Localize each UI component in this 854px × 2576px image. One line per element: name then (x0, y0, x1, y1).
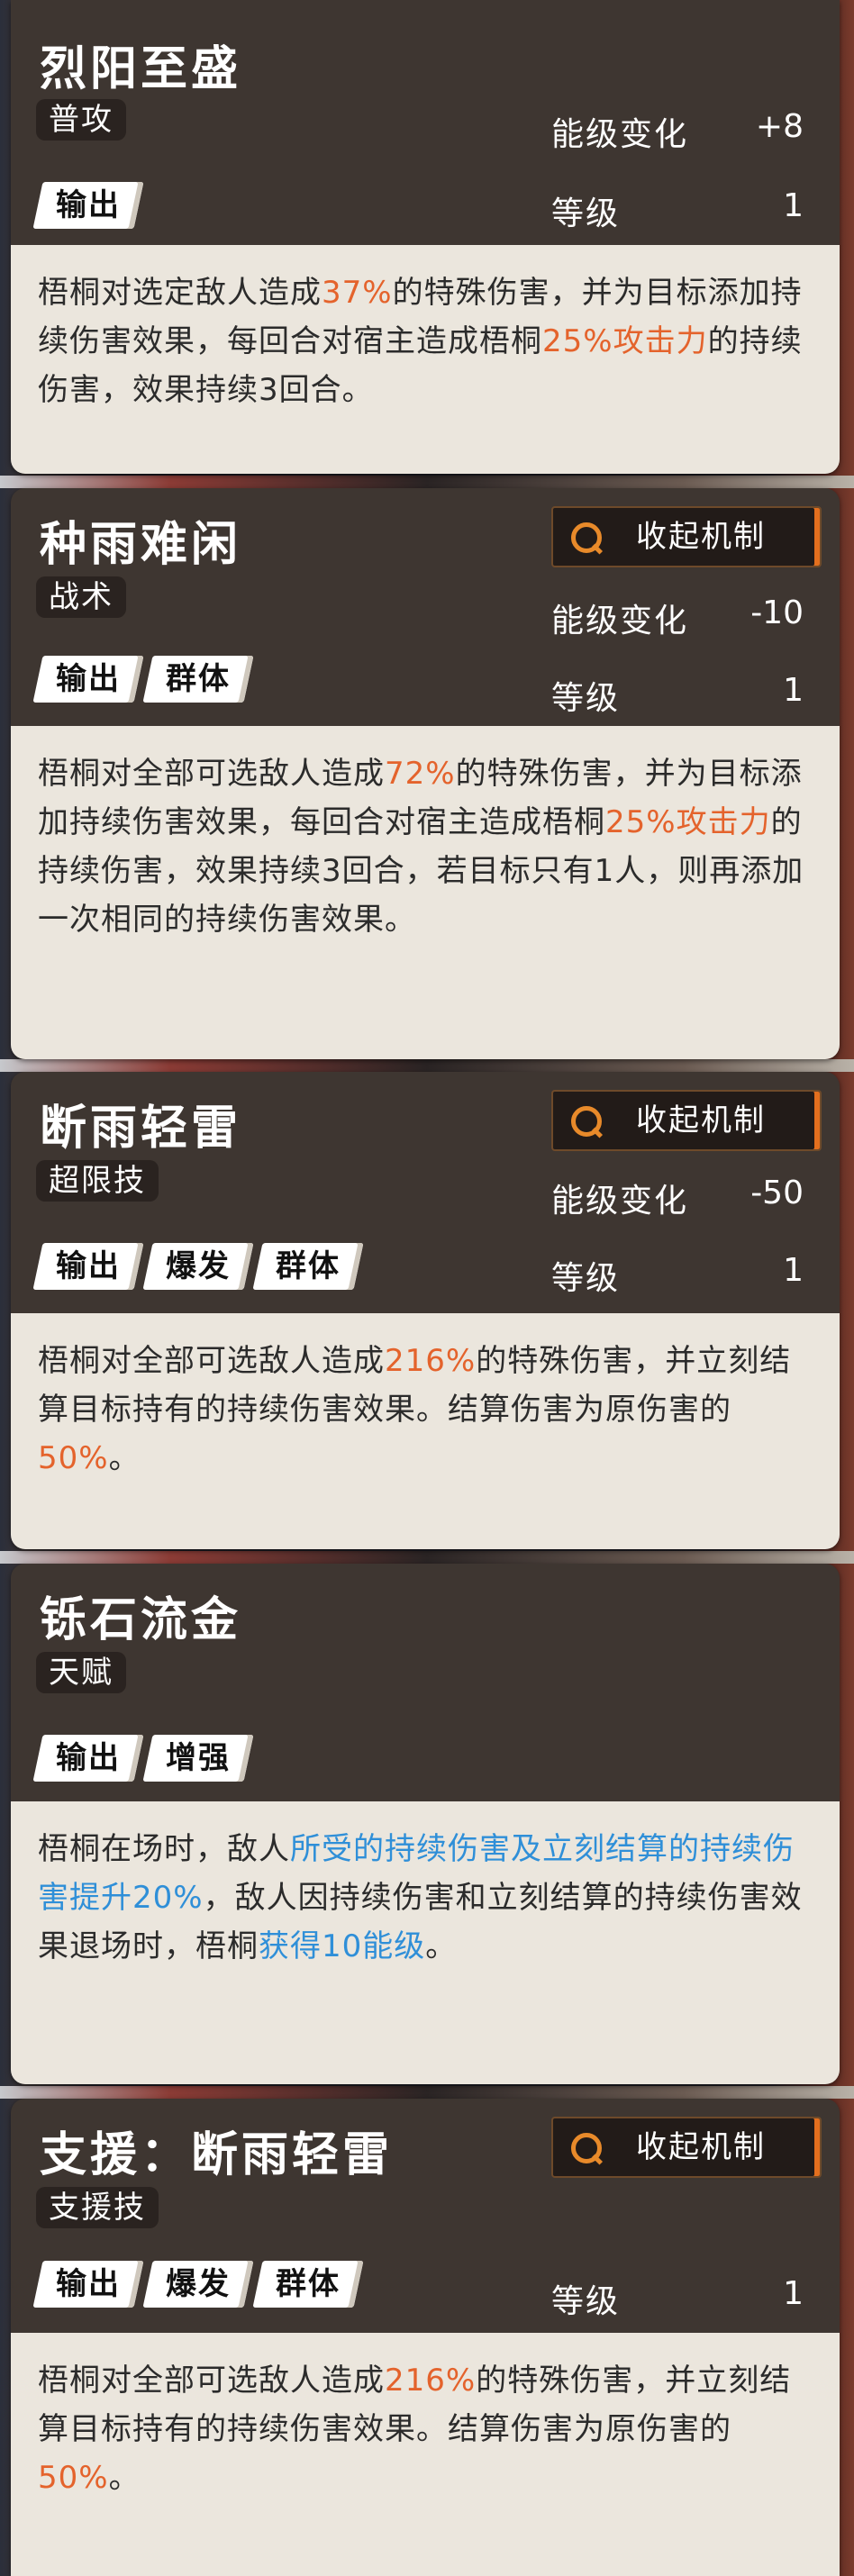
skill-card-support: 支援：断雨轻雷 收起机制 支援技 输出 爆发 群体 等级 1 梧桐对全部可选敌人… (11, 2099, 840, 2576)
skill-type-badge: 战术 (36, 576, 126, 618)
tag-group: 群体 (142, 656, 254, 703)
description-text: 。 (108, 2460, 141, 2496)
skill-title: 铄石流金 (40, 1593, 242, 1647)
skill-type-badge: 支援技 (36, 2187, 159, 2228)
tag-output: 输出 (32, 1243, 144, 1290)
background-strip (0, 1551, 854, 1564)
highlight-text: 72% (385, 756, 456, 792)
collapse-mechanism-button[interactable]: 收起机制 (551, 1090, 822, 1151)
grade-value: 1 (783, 2275, 804, 2312)
description-text: 梧桐在场时，敌人 (38, 1831, 290, 1867)
skill-card-ultimate: 断雨轻雷 收起机制 超限技 能级变化 -50 输出 爆发 群体 等级 1 梧桐对… (11, 1072, 840, 1549)
grade-value: 1 (783, 1252, 804, 1289)
skill-card-tactic: 种雨难闲 收起机制 战术 能级变化 -10 输出 群体 等级 1 梧桐对全部可选… (11, 488, 840, 1059)
skill-description: 梧桐对选定敌人造成37%的特殊伤害，并为目标添加持续伤害效果，每回合对宿主造成梧… (11, 245, 840, 474)
skill-description: 梧桐对全部可选敌人造成216%的特殊伤害，并立刻结算目标持有的持续伤害效果。结算… (11, 1313, 840, 1549)
skill-card-normal-attack: 烈阳至盛 普攻 能级变化 +8 输出 等级 1 梧桐对选定敌人造成37%的特殊伤… (11, 0, 840, 474)
highlight-text: 50% (38, 2460, 109, 2496)
background-strip (0, 1059, 854, 1072)
energy-change-label: 能级变化 (551, 116, 689, 153)
energy-change-value: +8 (755, 108, 804, 145)
skill-card-talent: 铄石流金 天赋 输出 增强 梧桐在场时，敌人所受的持续伤害及立刻结算的持续伤害提… (11, 1564, 840, 2084)
description-text: 梧桐对全部可选敌人造成 (38, 2363, 385, 2399)
grade-value: 1 (783, 672, 804, 709)
skill-type-badge: 普攻 (36, 99, 126, 141)
skill-tags: 输出 (32, 182, 144, 229)
highlight-text: 216% (385, 2363, 477, 2399)
highlight-text: 50% (38, 1440, 109, 1476)
skill-description: 梧桐对全部可选敌人造成216%的特殊伤害，并立刻结算目标持有的持续伤害效果。结算… (11, 2333, 840, 2576)
highlight-text: 25%攻击力 (605, 804, 771, 840)
collapse-mechanism-button[interactable]: 收起机制 (551, 506, 822, 567)
highlight-text: 37% (322, 275, 393, 311)
skill-tags: 输出 爆发 群体 (32, 2261, 364, 2308)
magnifier-icon (571, 2133, 602, 2163)
grade-value: 1 (783, 187, 804, 224)
background-strip (0, 2086, 854, 2099)
energy-change-label: 能级变化 (551, 1183, 689, 1220)
highlight-text: 25%攻击力 (542, 323, 708, 359)
tag-enhance: 增强 (142, 1735, 254, 1782)
skill-tags: 输出 群体 (32, 656, 254, 703)
description-text: 梧桐对全部可选敌人造成 (38, 1343, 385, 1379)
description-text: 。 (425, 1928, 458, 1964)
tag-group: 群体 (252, 1243, 364, 1290)
tag-group: 群体 (252, 2261, 364, 2308)
skill-tags: 输出 增强 (32, 1735, 254, 1782)
magnifier-icon (571, 522, 602, 553)
highlight-text: 获得10能级 (259, 1928, 426, 1964)
tag-burst: 爆发 (142, 2261, 254, 2308)
skill-tags: 输出 爆发 群体 (32, 1243, 364, 1290)
tag-burst: 爆发 (142, 1243, 254, 1290)
magnifier-icon (571, 1106, 602, 1137)
tag-output: 输出 (32, 2261, 144, 2308)
grade-label: 等级 (551, 1260, 621, 1297)
background-strip (0, 476, 854, 488)
skill-title: 种雨难闲 (40, 518, 242, 572)
grade-label: 等级 (551, 2283, 621, 2320)
tag-output: 输出 (32, 182, 144, 229)
collapse-mechanism-button[interactable]: 收起机制 (551, 2117, 822, 2178)
energy-change-value: -10 (750, 594, 804, 631)
description-text: 梧桐对全部可选敌人造成 (38, 756, 385, 792)
energy-change-value: -50 (750, 1175, 804, 1211)
description-text: 梧桐对选定敌人造成 (38, 275, 322, 311)
skill-title: 烈阳至盛 (40, 42, 242, 96)
skill-description: 梧桐在场时，敌人所受的持续伤害及立刻结算的持续伤害提升20%，敌人因持续伤害和立… (11, 1801, 840, 2084)
grade-label: 等级 (551, 680, 621, 717)
skill-type-badge: 天赋 (36, 1652, 126, 1693)
skill-title: 断雨轻雷 (40, 1102, 242, 1156)
grade-label: 等级 (551, 195, 621, 232)
tag-output: 输出 (32, 656, 144, 703)
skill-description: 梧桐对全部可选敌人造成72%的特殊伤害，并为目标添加持续伤害效果，每回合对宿主造… (11, 726, 840, 1059)
tag-output: 输出 (32, 1735, 144, 1782)
skill-type-badge: 超限技 (36, 1160, 159, 1202)
description-text: 。 (108, 1440, 141, 1476)
highlight-text: 216% (385, 1343, 477, 1379)
energy-change-label: 能级变化 (551, 603, 689, 639)
skill-title: 支援：断雨轻雷 (40, 2128, 394, 2182)
